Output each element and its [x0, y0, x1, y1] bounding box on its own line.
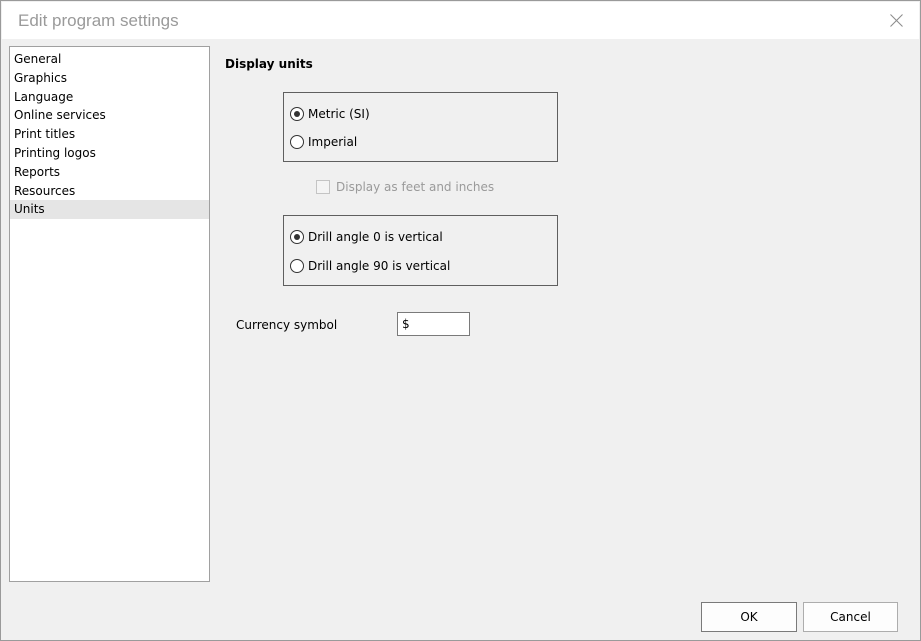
- feet-inches-checkbox[interactable]: [316, 180, 330, 194]
- section-heading: Display units: [225, 57, 313, 71]
- settings-category-list[interactable]: General Graphics Language Online service…: [9, 46, 210, 582]
- dialog-title: Edit program settings: [18, 11, 179, 30]
- nav-item-reports[interactable]: Reports: [10, 163, 209, 182]
- close-button[interactable]: [881, 6, 911, 34]
- currency-label: Currency symbol: [236, 318, 338, 332]
- radio-drill-angle-90[interactable]: Drill angle 90 is vertical: [290, 257, 450, 275]
- nav-item-units[interactable]: Units: [10, 200, 209, 220]
- nav-item-resources[interactable]: Resources: [10, 182, 209, 201]
- nav-item-print-titles[interactable]: Print titles: [10, 125, 209, 144]
- radio-drill-angle-0[interactable]: Drill angle 0 is vertical: [290, 228, 443, 246]
- title-bar: Edit program settings: [2, 2, 919, 39]
- radio-metric[interactable]: Metric (SI): [290, 105, 370, 123]
- radio-button[interactable]: [290, 135, 304, 149]
- radio-label: Drill angle 0 is vertical: [308, 230, 443, 244]
- radio-label: Drill angle 90 is vertical: [308, 259, 451, 273]
- close-icon: [889, 13, 903, 27]
- feet-inches-checkbox-row[interactable]: Display as feet and inches: [316, 178, 494, 196]
- nav-item-printing-logos[interactable]: Printing logos: [10, 144, 209, 163]
- ok-button[interactable]: OK: [701, 602, 797, 632]
- radio-label: Metric (SI): [308, 107, 370, 121]
- radio-dot: [294, 234, 300, 240]
- nav-item-language[interactable]: Language: [10, 88, 209, 107]
- currency-symbol-input[interactable]: [397, 312, 470, 336]
- radio-button[interactable]: [290, 259, 304, 273]
- nav-item-online-services[interactable]: Online services: [10, 106, 209, 125]
- cancel-button[interactable]: Cancel: [803, 602, 898, 632]
- settings-dialog: Edit program settings General Graphics L…: [0, 0, 921, 641]
- radio-label: Imperial: [308, 135, 358, 149]
- unit-system-group: Metric (SI) Imperial: [283, 92, 558, 162]
- drill-angle-group: Drill angle 0 is vertical Drill angle 90…: [283, 215, 558, 286]
- radio-imperial[interactable]: Imperial: [290, 133, 357, 151]
- radio-button[interactable]: [290, 230, 304, 244]
- radio-dot: [294, 111, 300, 117]
- radio-button[interactable]: [290, 107, 304, 121]
- nav-item-graphics[interactable]: Graphics: [10, 69, 209, 88]
- nav-item-general[interactable]: General: [10, 50, 209, 69]
- feet-inches-label: Display as feet and inches: [336, 180, 495, 194]
